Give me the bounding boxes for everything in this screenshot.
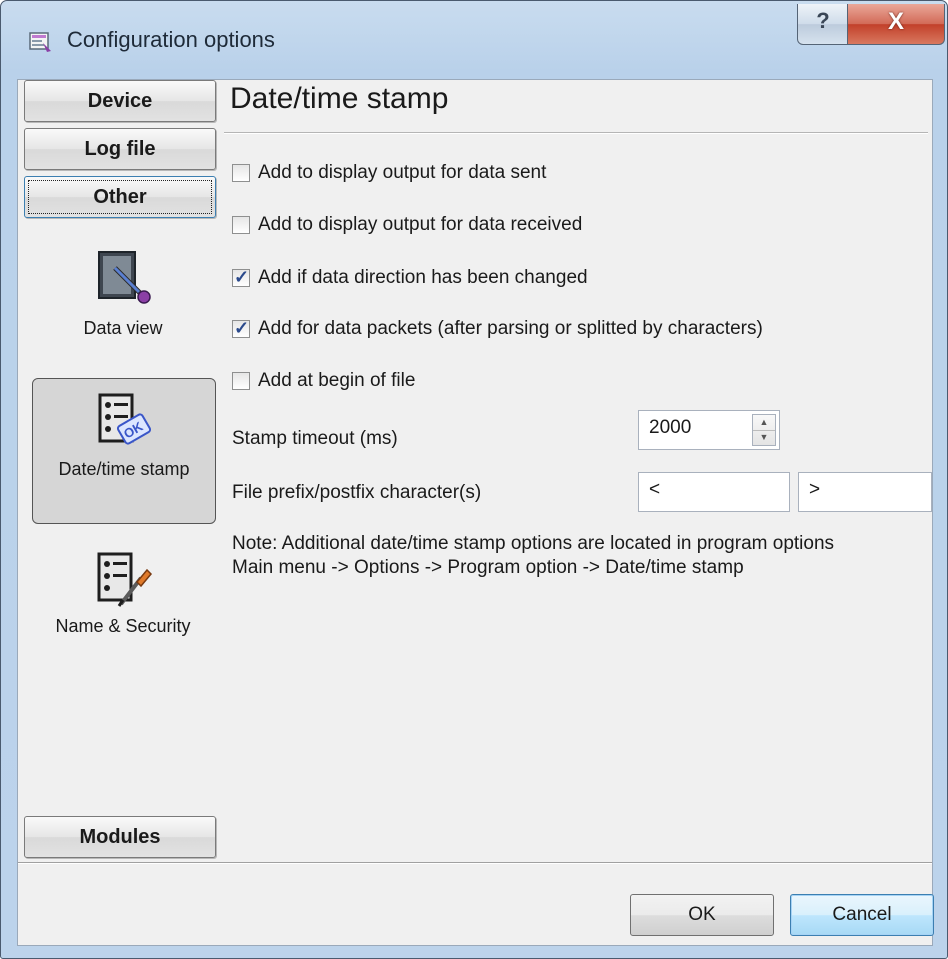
sidebar-item-label: Name & Security [55,616,191,636]
checkbox-data-received[interactable]: Add to display output for data received [232,214,582,236]
prefix-postfix-label: File prefix/postfix character(s) [232,482,482,503]
sidebar-item-date-time-stamp[interactable]: OK Date/time stamp [32,378,216,524]
help-button[interactable]: ? [797,4,849,45]
spin-down-icon[interactable]: ▼ [753,430,775,445]
checkbox-data-packets[interactable]: Add for data packets (after parsing or s… [232,318,763,340]
note-line-2: Main menu -> Options -> Program option -… [232,557,744,578]
modules-button[interactable]: Modules [24,816,216,858]
app-icon [29,32,51,52]
device-button[interactable]: Device [24,80,216,122]
sidebar-item-data-view[interactable]: Data view [32,246,214,356]
window-title: Configuration options [67,27,275,52]
dialog-client-area: Device Log file Other Data view OK Date/… [17,79,934,946]
stamp-timeout-spinner[interactable]: ▲ ▼ [752,414,776,446]
prefix-input[interactable]: < [638,472,790,512]
close-icon: X [887,8,904,35]
data-view-icon [98,251,151,304]
date-time-stamp-icon: OK [98,393,152,445]
help-icon: ? [816,8,830,33]
title-divider [224,132,928,134]
other-button[interactable]: Other [24,176,216,218]
page-title: Date/time stamp [230,82,449,115]
checkbox-label: Add to display output for data sent [258,162,547,183]
sidebar-item-label: Data view [83,318,163,338]
checkbox-label: Add at begin of file [258,370,416,391]
checkbox-box[interactable] [232,372,250,390]
checkbox-box[interactable] [232,164,250,182]
checkbox-label: Add for data packets (after parsing or s… [258,318,763,339]
checkbox-box[interactable] [232,318,250,339]
title-bar[interactable]: Configuration options ? X [1,1,947,79]
name-security-icon [97,552,153,607]
stamp-timeout-label: Stamp timeout (ms) [232,428,398,449]
checkbox-data-sent[interactable]: Add to display output for data sent [232,162,546,184]
footer-divider [18,862,932,864]
sidebar-item-name-security[interactable]: Name & Security [32,550,214,670]
checkbox-begin-of-file[interactable]: Add at begin of file [232,370,415,392]
note-line-1: Note: Additional date/time stamp options… [232,533,835,554]
close-button[interactable]: X [847,4,945,45]
cancel-button[interactable]: Cancel [790,894,934,936]
ok-button[interactable]: OK [630,894,774,936]
configuration-options-window: Configuration options ? X Device Log fil… [0,0,948,959]
log-file-button[interactable]: Log file [24,128,216,170]
note-text: Note: Additional date/time stamp options… [232,532,834,580]
sidebar-item-label: Date/time stamp [58,459,190,479]
checkbox-label: Add to display output for data received [258,214,583,235]
postfix-input[interactable]: > [798,472,932,512]
checkbox-box[interactable] [232,267,250,288]
checkbox-label: Add if data direction has been changed [258,267,588,288]
spin-up-icon[interactable]: ▲ [753,415,775,431]
checkbox-direction-changed[interactable]: Add if data direction has been changed [232,267,588,289]
checkbox-box[interactable] [232,216,250,234]
